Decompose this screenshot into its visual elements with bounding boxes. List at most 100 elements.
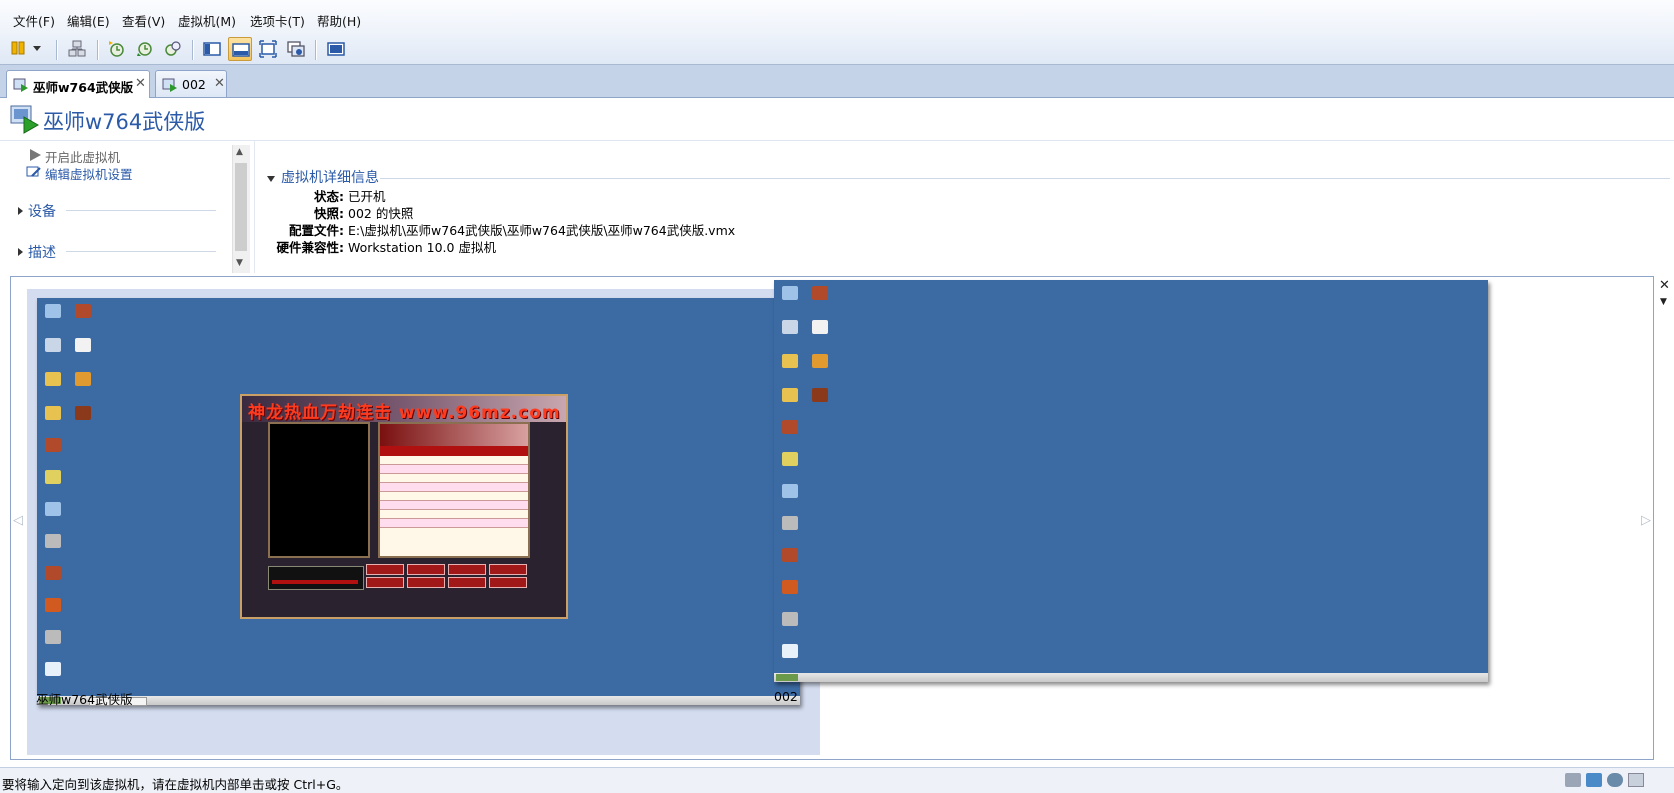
network-adapter-icon[interactable] (1586, 773, 1602, 787)
network-icon (45, 502, 61, 516)
launcher-button[interactable] (366, 564, 404, 575)
pause-icon (11, 41, 41, 55)
close-icon[interactable]: ✕ (214, 76, 225, 91)
app-icon (782, 516, 798, 530)
snapshot-take-icon (109, 41, 124, 57)
hard-disk-icon[interactable] (1565, 773, 1581, 787)
game-launcher-window[interactable]: 神龙热血万劫连击 www.96mz.com (240, 394, 568, 619)
launcher-button[interactable] (407, 564, 445, 575)
collapse-icon[interactable] (267, 176, 275, 182)
detail-value-compat: Workstation 10.0 虚拟机 (348, 240, 496, 255)
menu-tabs[interactable]: 选项卡(T) (250, 11, 305, 30)
take-snapshot-button[interactable] (105, 37, 129, 61)
app-icon (75, 304, 91, 318)
menu-help[interactable]: 帮助(H) (317, 11, 361, 30)
expand-icon[interactable] (18, 207, 23, 215)
vm-running-icon (162, 78, 177, 92)
menu-edit[interactable]: 编辑(E) (67, 11, 110, 30)
folder-icon (45, 372, 61, 386)
guest-taskbar (37, 696, 800, 706)
app-icon (45, 566, 61, 580)
section-description[interactable]: 描述 (28, 242, 56, 262)
section-devices[interactable]: 设备 (28, 201, 56, 221)
guest-taskbar (774, 673, 1488, 682)
tab-strip: 巫师w764武侠版 ✕ 002 ✕ (0, 65, 1674, 98)
edit-settings-link[interactable]: 编辑虚拟机设置 (45, 164, 133, 183)
network-icon (782, 484, 798, 498)
vm-sidebar: 开启此虚拟机 编辑虚拟机设置 设备 描述 (4, 141, 248, 273)
vm-screen-preview[interactable] (774, 280, 1488, 682)
app-icon (45, 598, 61, 612)
app-icon (45, 470, 61, 484)
sidebar-scrollbar[interactable]: ▲ ▼ (232, 145, 250, 273)
launcher-button[interactable] (366, 577, 404, 588)
vm-screen-preview[interactable]: 神龙热血万劫连击 www.96mz.com (37, 298, 800, 706)
menu-file[interactable]: 文件(F) (13, 11, 55, 30)
pause-button[interactable] (8, 37, 46, 61)
tab-wizard-vm[interactable]: 巫师w764武侠版 ✕ (6, 70, 150, 98)
app-icon (812, 388, 828, 402)
vm-header: 巫师w764武侠版 (0, 98, 1674, 141)
app-icon (45, 662, 61, 676)
settings-icon (26, 166, 41, 177)
unity-button[interactable] (284, 37, 308, 61)
message-log-icon[interactable] (1628, 773, 1644, 787)
dropdown-icon[interactable]: ▼ (1660, 297, 1667, 307)
server-list[interactable] (378, 422, 530, 558)
view-console-icon (203, 42, 221, 56)
view-thumbnail-button[interactable] (228, 37, 252, 61)
game-banner: 神龙热血万劫连击 www.96mz.com (248, 403, 561, 423)
start-button (776, 674, 798, 681)
network-button[interactable] (65, 37, 89, 61)
vm-large-icon (10, 105, 40, 134)
tab-002[interactable]: 002 ✕ (155, 70, 227, 97)
status-text: 要将输入定向到该虚拟机，请在虚拟机内部单击或按 Ctrl+G。 (2, 777, 349, 792)
view-console-button[interactable] (200, 37, 224, 61)
app-icon (812, 286, 828, 300)
next-arrow-icon[interactable]: ▷ (1641, 513, 1651, 528)
file-icon (75, 338, 91, 352)
scroll-down-icon[interactable]: ▼ (236, 258, 243, 268)
app-icon (782, 644, 798, 658)
fullscreen-button[interactable] (256, 37, 280, 61)
close-thumbnails-icon[interactable]: ✕ (1659, 278, 1670, 293)
snapshot-revert-icon (137, 42, 152, 56)
close-icon[interactable]: ✕ (135, 76, 146, 91)
launcher-button[interactable] (489, 564, 527, 575)
progress-area (268, 566, 364, 590)
launcher-button[interactable] (448, 577, 486, 588)
display-icon (327, 42, 345, 56)
thumbnail-bar: ◁ ▷ 神龙热血万劫连击 www.96mz.com 巫师w764武侠版 002 (10, 276, 1654, 760)
display-button[interactable] (324, 37, 348, 61)
thumbnail-caption: 002 (774, 689, 798, 704)
launcher-button[interactable] (489, 577, 527, 588)
menu-bar: 文件(F) 编辑(E) 查看(V) 虚拟机(M) 选项卡(T) 帮助(H) (0, 0, 1674, 34)
file-icon (812, 320, 828, 334)
view-thumbnail-icon (232, 43, 250, 57)
recycle-bin-icon (782, 320, 798, 334)
prev-arrow-icon[interactable]: ◁ (13, 513, 23, 528)
expand-icon[interactable] (18, 248, 23, 256)
computer-icon (45, 304, 61, 318)
thumbnail-caption: 巫师w764武侠版 (36, 692, 133, 707)
snapshot-manager-button[interactable] (161, 37, 185, 61)
detail-label: 硬件兼容性: (276, 240, 345, 255)
launcher-button[interactable] (407, 577, 445, 588)
details-title: 虚拟机详细信息 (281, 170, 379, 186)
launcher-button[interactable] (448, 564, 486, 575)
folder-icon (45, 406, 61, 420)
folder-icon (782, 388, 798, 402)
app-icon (782, 452, 798, 466)
app-icon (782, 580, 798, 594)
app-icon (782, 612, 798, 626)
menu-view[interactable]: 查看(V) (122, 11, 165, 30)
scroll-up-icon[interactable]: ▲ (236, 147, 243, 157)
app-icon (812, 354, 828, 368)
scroll-thumb[interactable] (235, 163, 247, 251)
fullscreen-icon (259, 40, 277, 58)
computer-icon (782, 286, 798, 300)
revert-snapshot-button[interactable] (133, 37, 157, 61)
usb-icon[interactable] (1607, 773, 1623, 787)
menu-vm[interactable]: 虚拟机(M) (178, 11, 236, 30)
vm-running-icon (13, 78, 28, 92)
